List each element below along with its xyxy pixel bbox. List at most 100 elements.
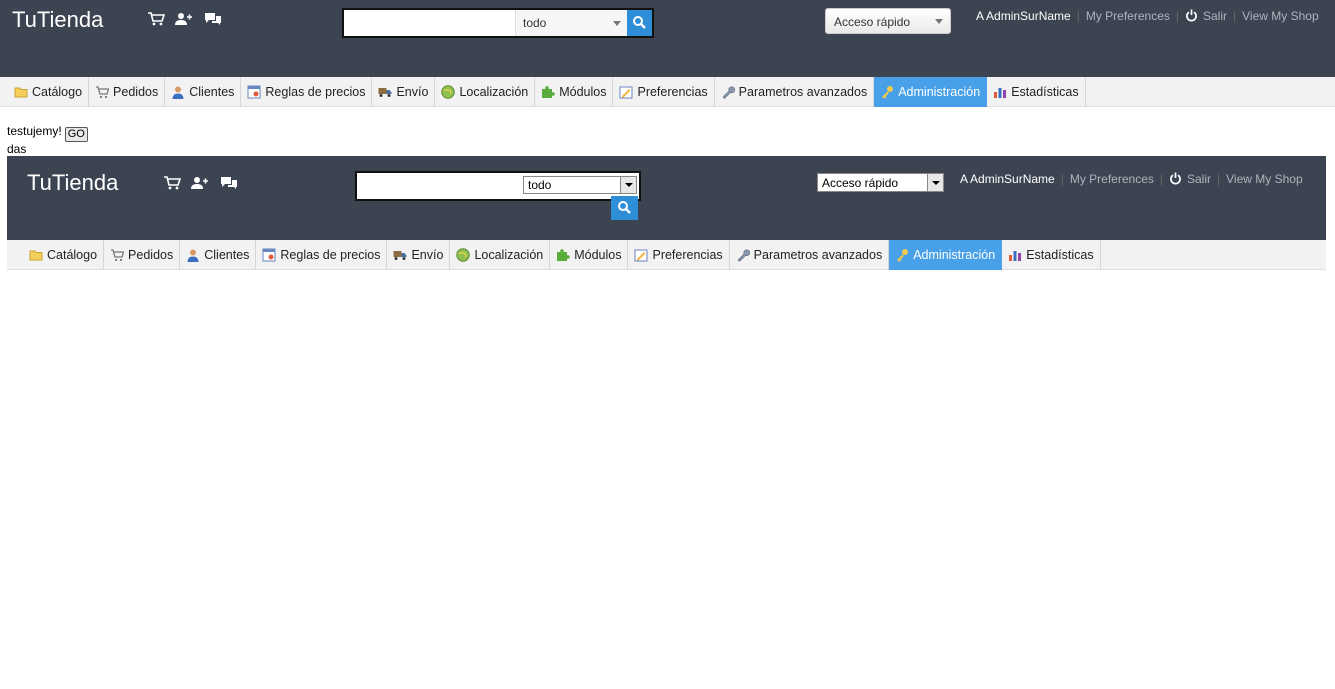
search-input[interactable]: [357, 173, 525, 199]
quick-access-select[interactable]: Acceso rápido: [825, 8, 951, 34]
tab-modulos[interactable]: Módulos: [535, 77, 614, 107]
truck-icon: [378, 88, 392, 97]
logout-label: Salir: [1203, 9, 1228, 23]
logout-label: Salir: [1187, 172, 1212, 186]
user-links: A AdminSurName | My Preferences | Salir | View…: [976, 9, 1319, 23]
chevron-down-icon: [613, 21, 621, 26]
truck-icon: [393, 251, 407, 260]
dropdown-arrow[interactable]: [927, 174, 943, 191]
search-button[interactable]: [627, 10, 652, 36]
search-scope-select[interactable]: todo: [523, 176, 637, 194]
brand-logo[interactable]: TuTienda: [27, 170, 118, 196]
tab-preferencias[interactable]: Preferencias: [613, 77, 715, 107]
tab-label: Módulos: [559, 85, 607, 99]
key-icon: [897, 249, 909, 262]
search-box: todo: [342, 8, 654, 38]
tab-clientes[interactable]: Clientes: [165, 77, 242, 107]
power-icon: [1170, 172, 1181, 185]
tab-envio[interactable]: Envío: [372, 77, 436, 107]
quick-access-select[interactable]: Acceso rápido: [817, 173, 944, 192]
tab-parametros-avanzados[interactable]: Parametros avanzados: [715, 77, 875, 107]
search-input[interactable]: [344, 10, 522, 36]
tab-label: Localización: [474, 248, 544, 262]
separator: |: [1060, 172, 1064, 186]
cart-icon: [111, 249, 125, 262]
content-line-2: das: [7, 142, 27, 156]
go-button[interactable]: GO: [64, 127, 88, 142]
chevron-down-icon: [935, 19, 943, 24]
tab-label: Pedidos: [113, 85, 159, 99]
tab-label: Reglas de precios: [265, 85, 366, 99]
tab-localizacion[interactable]: Localización: [450, 240, 551, 270]
tab-preferencias[interactable]: Preferencias: [628, 240, 730, 270]
view-shop-link[interactable]: View My Shop: [1242, 9, 1318, 23]
tab-estadisticas[interactable]: Estadísticas: [1002, 240, 1101, 270]
logout-link[interactable]: Salir: [1169, 172, 1211, 186]
chart-icon: [1009, 251, 1022, 261]
search-scope-select[interactable]: todo: [515, 10, 628, 36]
content-line-1: testujemy! GO: [7, 124, 88, 142]
search-box: todo: [355, 171, 641, 201]
user-icon: [172, 86, 184, 99]
separator: |: [1217, 172, 1221, 186]
tab-pedidos[interactable]: Pedidos: [104, 240, 181, 270]
cart-icon[interactable]: [163, 176, 181, 190]
header-quick-icons: [147, 12, 229, 26]
separator: |: [1175, 9, 1179, 23]
customers-icon[interactable]: [191, 176, 209, 190]
embedded-header: TuTienda todo Acceso rápido A AdminSurNa…: [7, 156, 1326, 240]
brand-logo[interactable]: TuTienda: [12, 7, 103, 33]
search-icon: [633, 16, 646, 29]
tab-label: Estadísticas: [1011, 85, 1079, 99]
tab-label: Administración: [898, 85, 981, 99]
tab-label: Envío: [396, 85, 429, 99]
tab-envio[interactable]: Envío: [387, 240, 451, 270]
price-rules-icon: [247, 85, 261, 99]
main-tab-bar: Catálogo Pedidos Clientes Reglas de precios…: [0, 77, 1335, 107]
my-preferences-link[interactable]: My Preferences: [1086, 9, 1170, 23]
tab-label: Módulos: [574, 248, 622, 262]
tab-administracion[interactable]: Administración: [889, 240, 1003, 270]
folder-icon: [14, 87, 28, 98]
tab-catalogo[interactable]: Catálogo: [23, 240, 105, 270]
messages-icon[interactable]: [220, 176, 238, 190]
customers-icon[interactable]: [175, 12, 193, 26]
messages-icon[interactable]: [204, 12, 222, 26]
tab-reglas-de-precios[interactable]: Reglas de precios: [241, 77, 373, 107]
my-preferences-link[interactable]: My Preferences: [1070, 172, 1154, 186]
wrench-icon: [737, 249, 750, 262]
cart-icon: [96, 86, 110, 99]
search-button[interactable]: [611, 196, 638, 220]
tab-modulos[interactable]: Módulos: [550, 240, 629, 270]
user-icon: [187, 249, 199, 262]
tab-label: Administración: [913, 248, 996, 262]
tab-catalogo[interactable]: Catálogo: [8, 77, 90, 107]
tab-parametros-avanzados[interactable]: Parametros avanzados: [730, 240, 890, 270]
user-name: A AdminSurName: [960, 172, 1055, 186]
separator: |: [1159, 172, 1163, 186]
tab-label: Preferencias: [637, 85, 708, 99]
separator: |: [1233, 9, 1237, 23]
cart-icon[interactable]: [147, 12, 165, 26]
tab-label: Catálogo: [32, 85, 83, 99]
tab-label: Clientes: [204, 248, 250, 262]
tab-reglas-de-precios[interactable]: Reglas de precios: [256, 240, 388, 270]
top-header: TuTienda todo Acceso rápido A AdminSurNa…: [0, 0, 1335, 77]
logout-link[interactable]: Salir: [1185, 9, 1227, 23]
tab-estadisticas[interactable]: Estadísticas: [987, 77, 1086, 107]
user-links: A AdminSurName | My Preferences | Salir | View…: [960, 172, 1303, 186]
tab-pedidos[interactable]: Pedidos: [89, 77, 166, 107]
search-scope-value: todo: [528, 178, 552, 192]
view-shop-link[interactable]: View My Shop: [1226, 172, 1302, 186]
dropdown-arrow[interactable]: [620, 177, 636, 193]
tab-clientes[interactable]: Clientes: [180, 240, 257, 270]
globe-icon: [456, 248, 471, 262]
tab-label: Estadísticas: [1026, 248, 1094, 262]
separator: |: [1076, 9, 1080, 23]
tab-label: Clientes: [189, 85, 235, 99]
tab-localizacion[interactable]: Localización: [435, 77, 536, 107]
tab-administracion[interactable]: Administración: [874, 77, 988, 107]
tab-label: Catálogo: [47, 248, 98, 262]
tab-label: Envío: [411, 248, 444, 262]
puzzle-icon: [557, 249, 571, 261]
